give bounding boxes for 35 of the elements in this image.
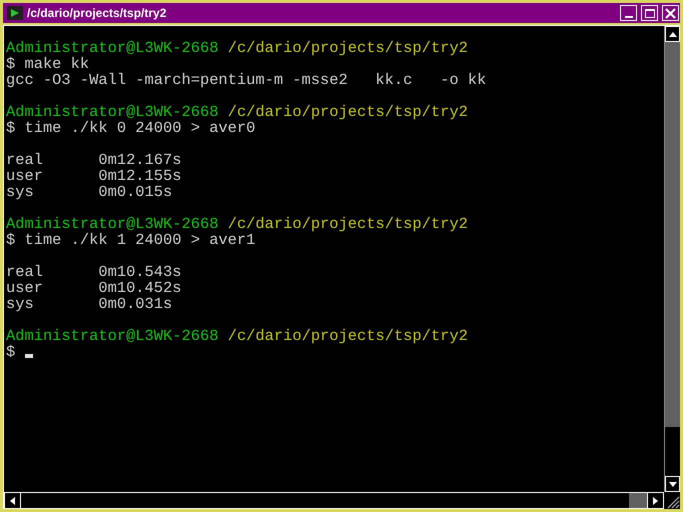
prompt-user-host: Administrator@L3WK-2668 — [6, 104, 218, 120]
command-line: $ time ./kk 1 24000 > aver1 — [6, 232, 256, 248]
output-line: real 0m10.543s — [6, 264, 182, 280]
horizontal-scrollbar[interactable] — [4, 492, 664, 509]
command-line: $ make kk — [6, 56, 90, 72]
command-line: $ time ./kk 0 24000 > aver0 — [6, 120, 256, 136]
scroll-down-button[interactable] — [665, 476, 680, 492]
up-arrow-icon — [668, 32, 676, 36]
close-button[interactable] — [662, 5, 679, 21]
output-line: gcc -O3 -Wall -march=pentium-m -msse2 kk.c -o kk — [6, 72, 486, 88]
scroll-thumb[interactable] — [629, 493, 647, 508]
prompt-path: /c/dario/projects/tsp/try2 — [228, 216, 468, 232]
output-line: sys 0m0.031s — [6, 296, 172, 312]
output-line: real 0m12.167s — [6, 152, 182, 168]
maximize-button[interactable] — [641, 5, 658, 21]
left-arrow-icon — [10, 496, 15, 504]
vertical-scrollbar[interactable] — [664, 26, 680, 492]
output-line: user 0m10.452s — [6, 280, 182, 296]
output-line: sys 0m0.015s — [6, 184, 172, 200]
command-line: $ — [6, 344, 16, 360]
scroll-thumb[interactable] — [665, 42, 680, 427]
prompt-path: /c/dario/projects/tsp/try2 — [228, 40, 468, 56]
minimize-button[interactable] — [620, 5, 637, 21]
prompt-path: /c/dario/projects/tsp/try2 — [228, 328, 468, 344]
right-arrow-icon — [653, 496, 658, 504]
down-arrow-icon — [668, 482, 676, 486]
prompt-path: /c/dario/projects/tsp/try2 — [228, 104, 468, 120]
scroll-up-button[interactable] — [665, 26, 680, 42]
prompt-user-host: Administrator@L3WK-2668 — [6, 328, 218, 344]
prompt-user-host: Administrator@L3WK-2668 — [6, 40, 218, 56]
close-icon — [665, 8, 676, 18]
prompt-user-host: Administrator@L3WK-2668 — [6, 216, 218, 232]
terminal-icon — [7, 6, 23, 20]
output-line: user 0m12.155s — [6, 168, 182, 184]
window-title: /c/dario/projects/tsp/try2 — [27, 5, 168, 22]
